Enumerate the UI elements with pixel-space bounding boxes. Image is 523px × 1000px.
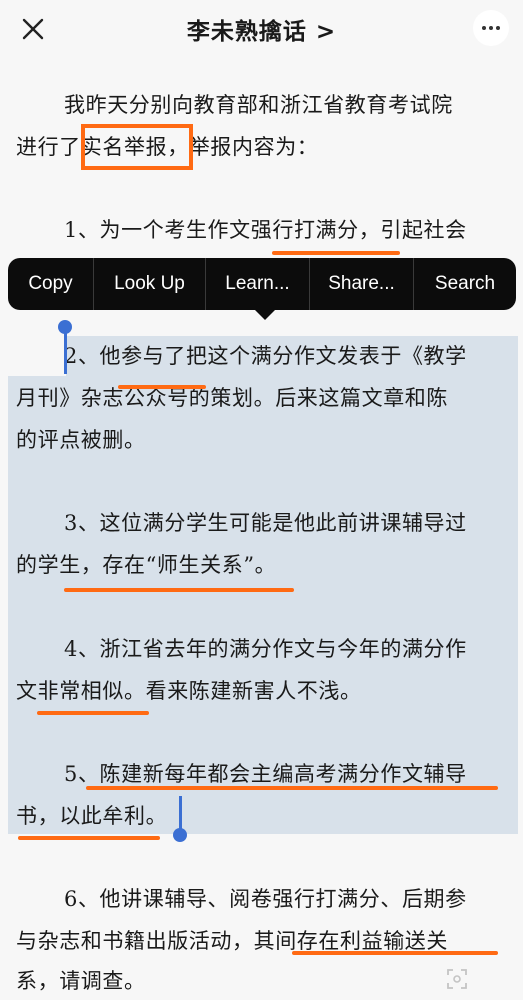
article-line: 1、为一个考生作文强行打满分，引起社会 <box>64 218 467 242</box>
copy-menu-item[interactable]: Copy <box>8 258 94 310</box>
article-line: 的评点被删。 <box>16 428 146 452</box>
article-page: 李未熟擒话 > 我昨天分别向教育部和浙江省教育考试院 进行了实名举报，举报内容为… <box>0 0 523 1000</box>
article-line: 3、这位满分学生可能是他此前讲课辅导过 <box>64 511 467 535</box>
selection-start-stem <box>64 330 67 374</box>
annotation-box <box>81 124 193 170</box>
selection-end-handle[interactable] <box>173 828 187 842</box>
annotation-underline <box>18 836 160 840</box>
article-line: 我昨天分别向教育部和浙江省教育考试院 <box>64 93 453 117</box>
article-line: 系，请调查。 <box>16 969 146 993</box>
text-context-menu: Copy Look Up Learn... Share... Search <box>8 258 516 310</box>
annotation-underline <box>292 951 498 955</box>
look-up-menu-item[interactable]: Look Up <box>94 258 206 310</box>
article-line: 2、他参与了把这个满分作文发表于《教学 <box>64 344 467 368</box>
article-line: 月刊》杂志公众号的策划。后来这篇文章和陈 <box>16 386 448 410</box>
learn-menu-item[interactable]: Learn... <box>206 258 310 310</box>
article-line: 4、浙江省去年的满分作文与今年的满分作 <box>64 637 467 661</box>
article-body: 我昨天分别向教育部和浙江省教育考试院 进行了实名举报，举报内容为： 1、为一个考… <box>0 0 523 1000</box>
search-menu-item[interactable]: Search <box>414 258 516 310</box>
annotation-underline <box>64 588 294 592</box>
annotation-underline <box>118 385 206 389</box>
screenshot-icon <box>447 969 467 989</box>
article-line: 的学生，存在“师生关系”。 <box>16 553 277 577</box>
article-line: 5、陈建新每年都会主编高考满分作文辅导 <box>64 762 467 786</box>
article-line: 文非常相似。看来陈建新害人不浅。 <box>16 679 362 703</box>
annotation-underline <box>37 711 149 715</box>
context-menu-pointer <box>253 308 277 320</box>
article-line: 书，以此牟利。 <box>16 804 168 828</box>
share-menu-item[interactable]: Share... <box>310 258 414 310</box>
annotation-underline <box>86 786 498 790</box>
selection-end-stem <box>179 796 182 832</box>
article-line: 6、他讲课辅导、阅卷强行打满分、后期参 <box>64 887 467 911</box>
annotation-underline <box>272 251 400 255</box>
